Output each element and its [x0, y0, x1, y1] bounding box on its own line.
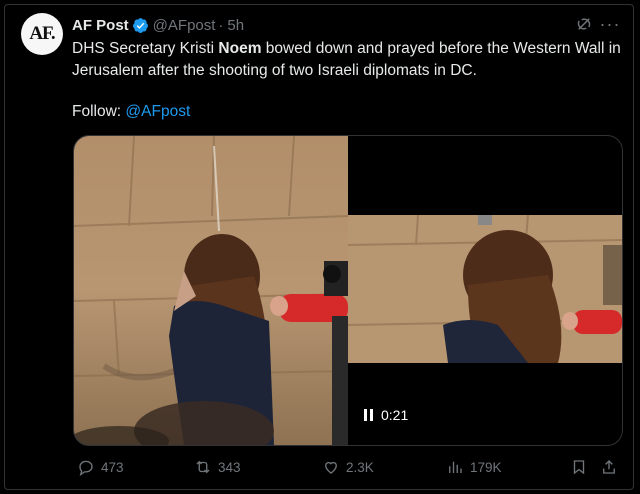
pause-icon[interactable]	[364, 409, 374, 421]
author-handle[interactable]: @AFpost	[153, 17, 216, 34]
repost-icon	[196, 460, 210, 474]
avatar-logo-text: AF.	[29, 23, 55, 44]
photo-western-wall[interactable]	[74, 136, 348, 445]
bookmark-icon	[573, 460, 585, 475]
follow-line: Follow: @AFpost	[72, 101, 190, 123]
follow-link[interactable]: @AFpost	[125, 103, 190, 120]
verified-badge-icon	[132, 17, 148, 33]
like-count: 2.3K	[346, 459, 374, 475]
header-separator: ·	[218, 16, 224, 34]
reply-button[interactable]: 473	[77, 456, 124, 478]
like-button[interactable]: 2.3K	[322, 456, 374, 478]
views-count: 179K	[470, 459, 502, 475]
share-icon	[603, 460, 615, 474]
tweet-header: AF Post @AFpost · 5h	[72, 15, 244, 35]
grok-icon[interactable]	[575, 15, 593, 33]
video-timestamp: 0:21	[381, 407, 409, 423]
reply-icon	[79, 460, 93, 476]
bookmark-button[interactable]	[570, 456, 588, 478]
author-name[interactable]: AF Post	[72, 17, 129, 34]
more-icon[interactable]: ···	[599, 14, 621, 34]
tweet-text-bold: Noem	[218, 40, 262, 57]
tweet-actions: 473 343 2.3K 179K	[72, 456, 622, 480]
tweet-media[interactable]: 0:21	[73, 135, 623, 446]
reply-count: 473	[101, 459, 124, 475]
video-thumbnail[interactable]	[348, 215, 622, 363]
video-controls[interactable]: 0:21	[364, 407, 408, 423]
repost-count: 343	[218, 459, 241, 475]
tweet-time[interactable]: 5h	[227, 17, 244, 34]
views-button[interactable]: 179K	[446, 456, 502, 478]
views-icon	[449, 461, 462, 473]
tweet-text: DHS Secretary Kristi Noem bowed down and…	[72, 40, 621, 79]
follow-label: Follow:	[72, 103, 126, 120]
share-button[interactable]	[600, 456, 618, 478]
repost-button[interactable]: 343	[194, 456, 241, 478]
like-icon	[325, 461, 337, 474]
author-avatar[interactable]: AF.	[21, 13, 63, 55]
